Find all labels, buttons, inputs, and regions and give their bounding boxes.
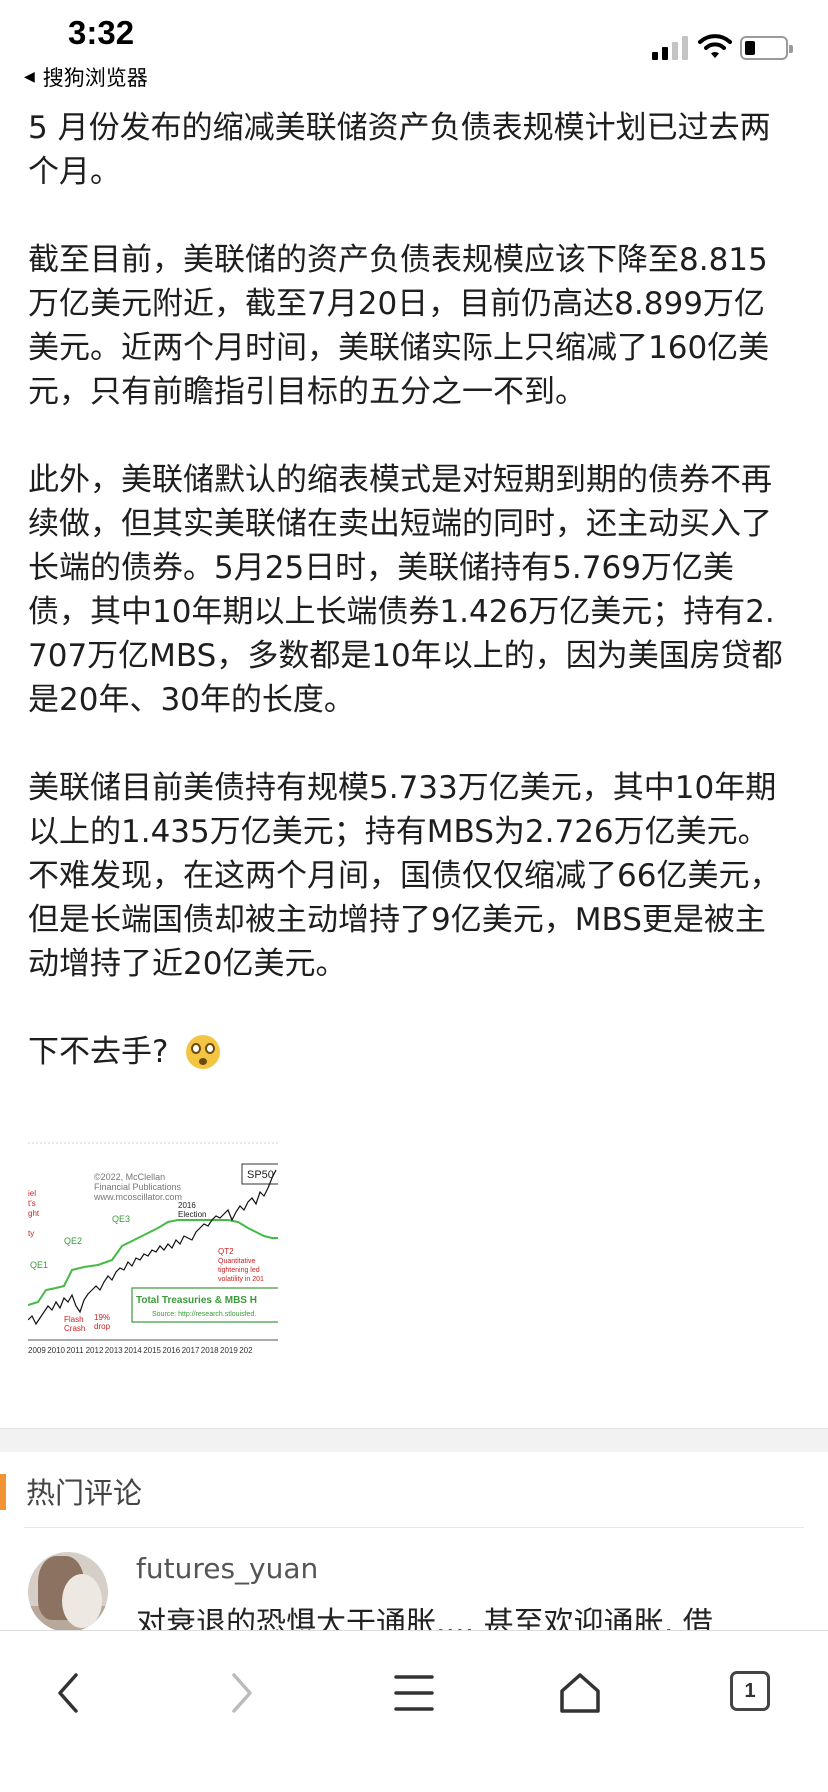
- article-paragraph: 截至目前，美联储的资产负债表规模应该下降至8.815万亿美元附近，截至7月20日…: [28, 242, 770, 410]
- chart-x-tick-label: 2017: [182, 1346, 200, 1355]
- chart-x-tick-label: 2018: [201, 1346, 219, 1355]
- chart-x-tick-label: 2009: [28, 1346, 46, 1355]
- chart-annotation-qe2: QE2: [64, 1236, 82, 1246]
- article-paragraph: 5 月份发布的缩减美联储资产负债表规模计划已过去两个月。: [28, 110, 771, 190]
- chart-ticker-label: SP50: [247, 1169, 274, 1181]
- chart-copyright-line: ©2022, McClellan: [94, 1172, 165, 1182]
- back-button[interactable]: [40, 1663, 100, 1723]
- chart-legend-title: Total Treasuries & MBS H: [136, 1295, 257, 1306]
- chart-annotation-qt2: QT2: [218, 1247, 234, 1256]
- section-divider: [0, 1428, 828, 1452]
- comment-username[interactable]: futures_yuan: [136, 1552, 318, 1585]
- tabs-button[interactable]: 1: [722, 1663, 782, 1723]
- chart-left-label: t's: [28, 1199, 36, 1208]
- flushed-face-icon: [186, 1035, 221, 1069]
- chart-annotation-qt2: volatility in 201: [218, 1276, 264, 1283]
- chart-copyright-line: www.mcoscillator.com: [93, 1192, 182, 1202]
- chart-annotation-election: Election: [178, 1210, 206, 1219]
- comment-item[interactable]: futures_yuan 对衰退的恐惧大于通胀.... 甚至欢迎通胀, 借: [0, 1540, 828, 1630]
- status-bar: 3:32 ◀ 搜狗浏览器: [0, 0, 828, 100]
- chart-annotation-flash: Flash: [64, 1315, 84, 1324]
- chart-left-label: iel: [28, 1189, 36, 1198]
- menu-button[interactable]: [384, 1663, 444, 1723]
- divider: [24, 1527, 804, 1528]
- comments-title: 热门评论: [26, 1476, 143, 1510]
- menu-icon: [394, 1675, 434, 1711]
- battery-icon: [740, 36, 793, 60]
- avatar[interactable]: [28, 1552, 108, 1630]
- back-app-label: 搜狗浏览器: [42, 66, 148, 90]
- article-chart-image[interactable]: ©2022, McClellan Financial Publications …: [28, 1140, 278, 1386]
- chart-copyright-line: Financial Publications: [94, 1182, 182, 1192]
- chart-x-tick-label: 2010: [47, 1346, 65, 1355]
- question-text: 下不去手?: [28, 1034, 169, 1070]
- forward-arrow-icon: [232, 1673, 252, 1713]
- chart-left-label: ght: [28, 1209, 40, 1218]
- tabs-icon: 1: [730, 1671, 770, 1711]
- chart-x-tick-label: 2012: [86, 1346, 104, 1355]
- chart-x-tick-label: 2014: [124, 1346, 142, 1355]
- comments-header: 热门评论: [0, 1452, 828, 1526]
- chart-x-tick-label: 2016: [162, 1346, 180, 1355]
- article-paragraph: 此外，美联储默认的缩表模式是对短期到期的债券不再续做，但其实美联储在卖出短端的同…: [28, 462, 783, 718]
- article-paragraph: 美联储目前美债持有规模5.733万亿美元，其中10年期以上的1.435万亿美元；…: [28, 770, 781, 982]
- chart-annotation-drop: 19%: [94, 1313, 110, 1322]
- chart-left-label: ty: [28, 1229, 34, 1238]
- browser-toolbar: 1: [0, 1630, 828, 1792]
- home-icon: [560, 1673, 600, 1713]
- chart-x-tick-label: 2013: [105, 1346, 123, 1355]
- chart-x-tick-label: 2015: [143, 1346, 161, 1355]
- back-triangle-icon: ◀: [24, 69, 35, 85]
- back-arrow-icon: [58, 1673, 78, 1713]
- chart-annotation-qt2: Quantitative: [218, 1258, 255, 1265]
- chart-x-tick-label: 202: [239, 1346, 253, 1355]
- status-time: 3:32: [68, 14, 135, 51]
- cellular-signal-icon: [652, 36, 688, 60]
- chart-x-axis: 2009 2010 2011 2012 2013 2014 2015 2016 2017 2018…: [28, 1346, 253, 1355]
- article-question: 下不去手?: [28, 1030, 794, 1074]
- chart-annotation-qe3: QE3: [112, 1214, 130, 1224]
- section-accent-bar: [0, 1474, 6, 1510]
- comment-text: 对衰退的恐惧大于通胀.... 甚至欢迎通胀, 借: [136, 1606, 713, 1630]
- article-body: 5 月份发布的缩减美联储资产负债表规模计划已过去两个月。 截至目前，美联储的资产…: [28, 106, 794, 1110]
- chart-annotation-qe1: QE1: [30, 1260, 48, 1270]
- chart-annotation-qt2: tightening led: [218, 1267, 260, 1274]
- wifi-icon: [698, 34, 732, 58]
- forward-button[interactable]: [210, 1663, 270, 1723]
- chart-annotation-drop: drop: [94, 1322, 111, 1331]
- chart-annotation-election-year: 2016: [178, 1201, 196, 1210]
- chart-legend-source: Source: http://research.stlouisfed.: [152, 1311, 256, 1318]
- fed-holdings-chart: ©2022, McClellan Financial Publications …: [28, 1140, 278, 1386]
- back-to-app-link[interactable]: ◀ 搜狗浏览器: [24, 62, 148, 92]
- home-button[interactable]: [550, 1663, 610, 1723]
- chart-annotation-flash: Crash: [64, 1324, 85, 1333]
- chart-x-tick-label: 2011: [66, 1346, 84, 1355]
- chart-x-tick-label: 2019: [220, 1346, 238, 1355]
